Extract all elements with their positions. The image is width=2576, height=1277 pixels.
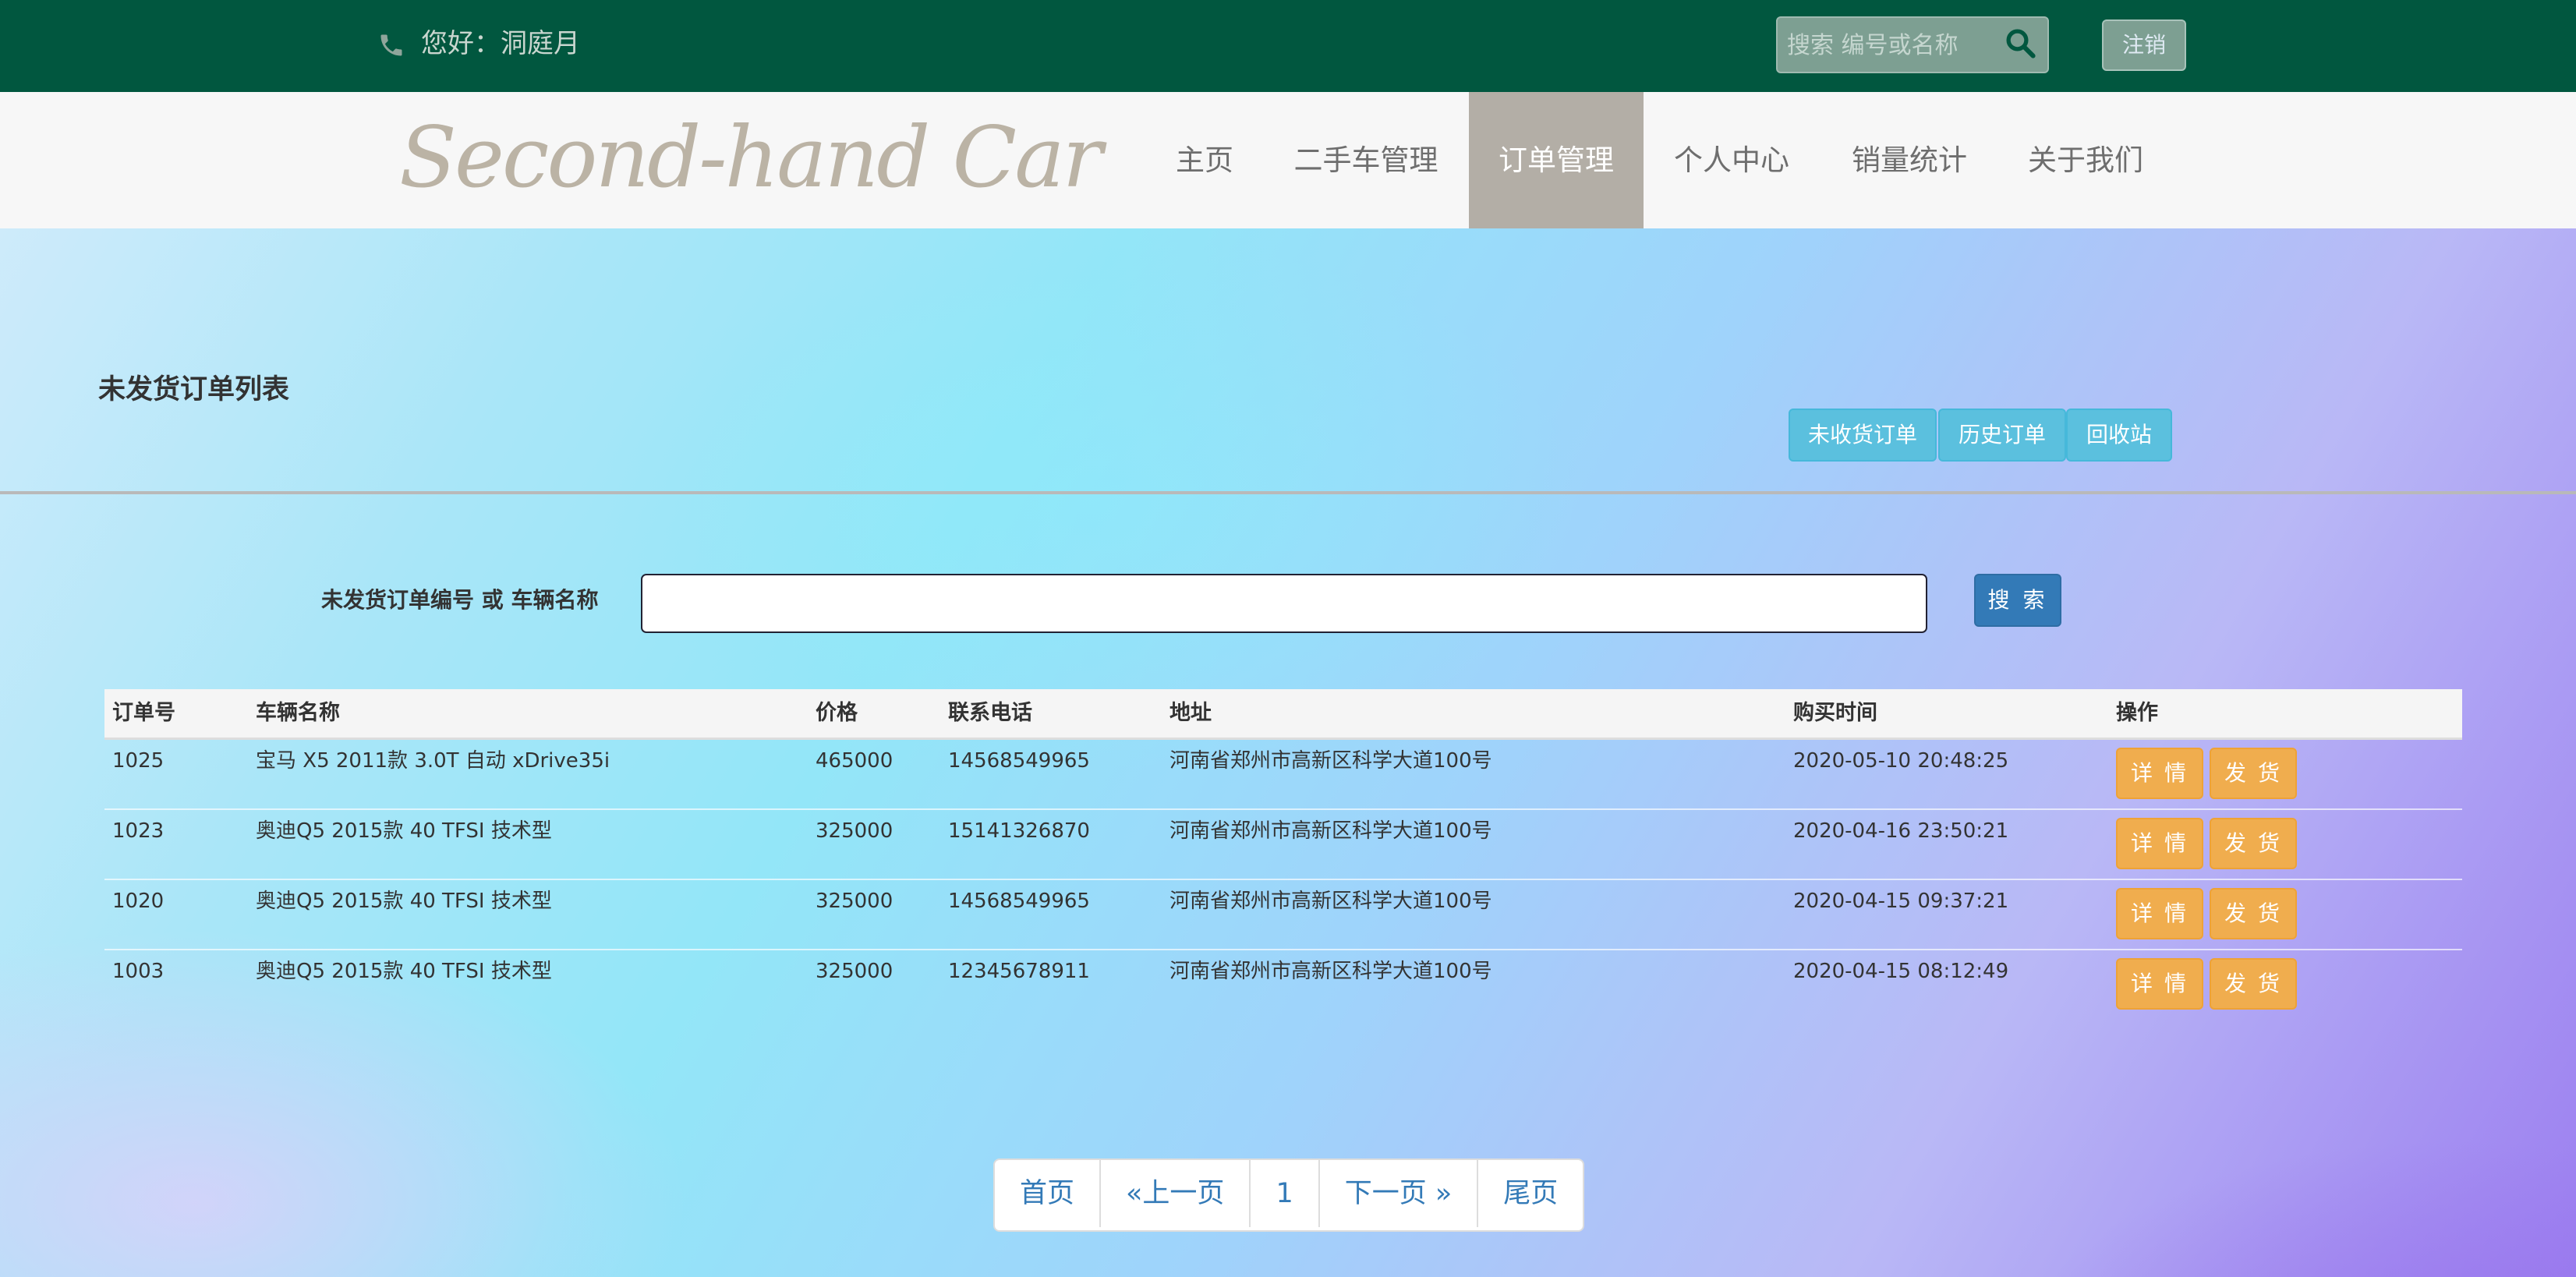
cell-phone: 15141326870: [948, 819, 1090, 843]
page-last[interactable]: 尾页: [1478, 1160, 1583, 1227]
table-row: 1025 宝马 X5 2011款 3.0T 自动 xDrive35i 46500…: [104, 738, 2462, 810]
page-current[interactable]: 1: [1251, 1160, 1320, 1227]
order-search-label: 未发货订单编号 或 车辆名称: [321, 587, 599, 613]
logout-button[interactable]: 注销: [2102, 19, 2186, 71]
cell-car-name: 奥迪Q5 2015款 40 TFSI 技术型: [256, 819, 552, 843]
cell-car-name: 奥迪Q5 2015款 40 TFSI 技术型: [256, 890, 552, 913]
cell-price: 325000: [816, 890, 893, 913]
cell-address: 河南省郑州市高新区科学大道100号: [1169, 749, 1492, 773]
nav-item-personal-center[interactable]: 个人中心: [1659, 92, 1804, 228]
site-logo[interactable]: Second-hand Car: [399, 92, 1102, 228]
ship-button[interactable]: 发 货: [2210, 818, 2297, 869]
page-prev[interactable]: «上一页: [1101, 1160, 1251, 1227]
cell-purchase-time: 2020-04-16 23:50:21: [1793, 819, 2009, 843]
cell-car-name: 宝马 X5 2011款 3.0T 自动 xDrive35i: [256, 749, 610, 773]
nav-item-about-us[interactable]: 关于我们: [2013, 92, 2158, 228]
ship-button[interactable]: 发 货: [2210, 888, 2297, 939]
nav-item-home[interactable]: 主页: [1154, 92, 1255, 228]
page-next[interactable]: 下一页 »: [1320, 1160, 1479, 1227]
cell-price: 325000: [816, 960, 893, 983]
tab-history-orders[interactable]: 历史订单: [1938, 409, 2066, 462]
column-header-actions: 操作: [2116, 701, 2158, 725]
detail-button[interactable]: 详 情: [2116, 958, 2203, 1010]
page-title: 未发货订单列表: [98, 374, 290, 405]
column-header-phone: 联系电话: [948, 701, 1032, 725]
cell-purchase-time: 2020-04-15 08:12:49: [1793, 960, 2009, 983]
cell-address: 河南省郑州市高新区科学大道100号: [1169, 890, 1492, 913]
detail-button[interactable]: 详 情: [2116, 748, 2203, 799]
ship-button[interactable]: 发 货: [2210, 958, 2297, 1010]
cell-address: 河南省郑州市高新区科学大道100号: [1169, 819, 1492, 843]
user-greeting: 您好：洞庭月: [421, 28, 580, 59]
cell-phone: 14568549965: [948, 749, 1090, 773]
column-header-car-name: 车辆名称: [256, 701, 340, 725]
table-row: 1003 奥迪Q5 2015款 40 TFSI 技术型 325000 12345…: [104, 949, 2462, 1019]
table-row: 1023 奥迪Q5 2015款 40 TFSI 技术型 325000 15141…: [104, 808, 2462, 880]
detail-button[interactable]: 详 情: [2116, 818, 2203, 869]
cell-price: 325000: [816, 819, 893, 843]
tab-recycle-bin[interactable]: 回收站: [2066, 409, 2172, 462]
order-search-input[interactable]: [641, 574, 1927, 633]
nav-item-sales-statistics[interactable]: 销量统计: [1837, 92, 1982, 228]
nav-item-car-management[interactable]: 二手车管理: [1280, 92, 1452, 228]
phone-icon: [380, 34, 402, 56]
cell-purchase-time: 2020-04-15 09:37:21: [1793, 890, 2009, 913]
cell-car-name: 奥迪Q5 2015款 40 TFSI 技术型: [256, 960, 552, 983]
ship-button[interactable]: 发 货: [2210, 748, 2297, 799]
column-header-address: 地址: [1169, 701, 1212, 725]
cell-address: 河南省郑州市高新区科学大道100号: [1169, 960, 1492, 983]
detail-button[interactable]: 详 情: [2116, 888, 2203, 939]
column-header-purchase-time: 购买时间: [1793, 701, 1877, 725]
table-row: 1020 奥迪Q5 2015款 40 TFSI 技术型 325000 14568…: [104, 879, 2462, 950]
cell-order-id: 1020: [112, 890, 165, 913]
cell-price: 465000: [816, 749, 893, 773]
section-divider: [0, 491, 2576, 494]
cell-order-id: 1023: [112, 819, 165, 843]
cell-purchase-time: 2020-05-10 20:48:25: [1793, 749, 2009, 773]
cell-order-id: 1025: [112, 749, 165, 773]
tab-unreceived-orders[interactable]: 未收货订单: [1789, 409, 1937, 462]
order-search-button[interactable]: 搜 索: [1974, 574, 2061, 627]
page-first[interactable]: 首页: [995, 1160, 1102, 1227]
search-icon[interactable]: [2004, 27, 2036, 59]
cell-phone: 14568549965: [948, 890, 1090, 913]
column-header-price: 价格: [816, 701, 858, 725]
cell-phone: 12345678911: [948, 960, 1090, 983]
pagination: 首页 «上一页 1 下一页 » 尾页: [993, 1158, 1585, 1232]
column-header-order-id: 订单号: [112, 701, 175, 725]
cell-order-id: 1003: [112, 960, 165, 983]
nav-item-order-management[interactable]: 订单管理: [1469, 92, 1644, 228]
header-search-input[interactable]: [1785, 19, 1999, 72]
table-header: 订单号 车辆名称 价格 联系电话 地址 购买时间 操作: [104, 689, 2462, 740]
